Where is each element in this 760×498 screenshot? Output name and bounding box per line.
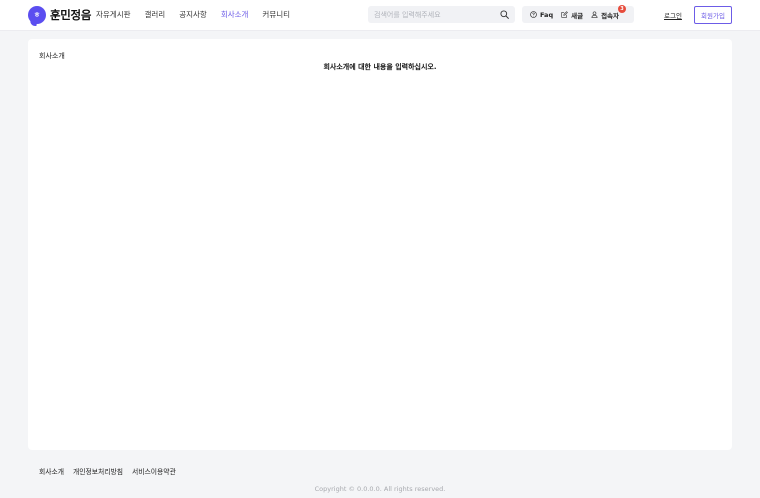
logo-icon: ㅎ bbox=[28, 6, 46, 24]
site-name: 훈민정음 bbox=[50, 8, 92, 22]
visitors-label: 접속자 bbox=[601, 11, 620, 20]
nav-item-community[interactable]: 커뮤니티 bbox=[262, 9, 290, 20]
visitors-button[interactable]: 접속자 3 bbox=[591, 4, 627, 20]
search-box bbox=[368, 6, 515, 23]
page-title: 회사소개 bbox=[39, 52, 65, 60]
page-content: 회사소개에 대한 내용을 입력하십시오. bbox=[323, 63, 437, 71]
footer-link-terms[interactable]: 서비스이용약관 bbox=[132, 466, 176, 476]
footer-link-privacy[interactable]: 개인정보처리방침 bbox=[73, 466, 123, 476]
question-circle-icon bbox=[530, 11, 537, 18]
new-post-button[interactable]: 새글 bbox=[561, 10, 583, 20]
nav-item-gallery[interactable]: 갤러리 bbox=[145, 9, 166, 20]
user-icon bbox=[591, 11, 598, 18]
site-logo[interactable]: ㅎ 훈민정음 bbox=[28, 6, 91, 24]
new-post-label: 새글 bbox=[571, 11, 584, 20]
visitors-count-badge: 3 bbox=[618, 4, 627, 13]
signup-button[interactable]: 회원가입 bbox=[694, 6, 732, 24]
main-nav: 자유게시판 갤러리 공지사항 회사소개 커뮤니티 bbox=[96, 9, 304, 20]
footer-links: 회사소개 개인정보처리방침 서비스이용약관 bbox=[39, 466, 185, 476]
site-header: ㅎ 훈민정음 자유게시판 갤러리 공지사항 회사소개 커뮤니티 Faq bbox=[0, 0, 760, 31]
search-icon[interactable] bbox=[500, 10, 509, 19]
nav-item-company[interactable]: 회사소개 bbox=[221, 9, 249, 20]
content-card: 회사소개 회사소개에 대한 내용을 입력하십시오. bbox=[28, 39, 732, 450]
nav-item-free-board[interactable]: 자유게시판 bbox=[96, 9, 131, 20]
nav-item-notice[interactable]: 공지사항 bbox=[179, 9, 207, 20]
faq-label: Faq bbox=[540, 10, 554, 19]
footer-link-company[interactable]: 회사소개 bbox=[39, 466, 64, 476]
login-link[interactable]: 로그인 bbox=[664, 10, 682, 20]
logo-glyph: ㅎ bbox=[33, 11, 41, 19]
copyright: Copyright © 0.0.0.0. All rights reserved… bbox=[314, 485, 446, 493]
faq-button[interactable]: Faq bbox=[530, 11, 553, 19]
toolbar: Faq 새글 접속자 3 bbox=[522, 4, 634, 23]
edit-icon bbox=[561, 11, 568, 18]
search-input[interactable] bbox=[374, 8, 494, 21]
